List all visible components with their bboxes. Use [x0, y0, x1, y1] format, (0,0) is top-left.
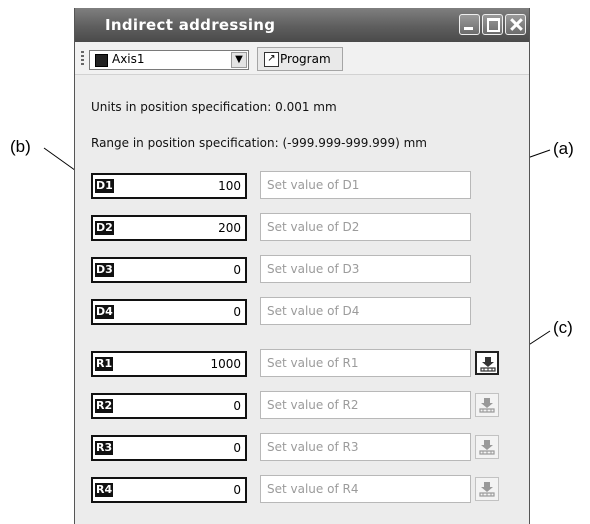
indirect-addressing-window: Indirect addressing Axis1 ▼ ↗ Program Un… — [74, 8, 530, 524]
variable-label: R2 — [95, 399, 114, 413]
variable-label: R1 — [95, 357, 114, 371]
minimize-button[interactable] — [459, 14, 480, 35]
value-display-r3: R3 0 — [91, 435, 247, 461]
set-value-input-d4[interactable] — [260, 297, 471, 325]
variable-value: 0 — [233, 483, 241, 497]
variable-label: R4 — [95, 483, 114, 497]
set-value-input-r4[interactable] — [260, 475, 471, 503]
toolbar-grip-icon[interactable] — [81, 51, 84, 66]
variable-label: D3 — [95, 263, 114, 277]
value-display-r4: R4 0 — [91, 477, 247, 503]
window-title: Indirect addressing — [105, 16, 276, 34]
variable-value: 1000 — [210, 357, 241, 371]
title-bar[interactable]: Indirect addressing — [75, 8, 529, 42]
variable-value: 0 — [233, 263, 241, 277]
download-arrow-icon — [480, 357, 496, 372]
variable-value: 0 — [233, 305, 241, 319]
value-display-d2: D2 200 — [91, 215, 247, 241]
value-display-d1: D1 100 — [91, 173, 247, 199]
maximize-button[interactable] — [482, 14, 503, 35]
toolbar: Axis1 ▼ ↗ Program — [75, 42, 529, 75]
variable-label: D1 — [95, 179, 114, 193]
set-value-input-d3[interactable] — [260, 255, 471, 283]
program-icon: ↗ — [264, 52, 279, 67]
set-button-r4[interactable] — [475, 477, 499, 501]
value-display-r1: R1 1000 — [91, 351, 247, 377]
set-value-input-d1[interactable] — [260, 171, 471, 199]
variable-value: 100 — [218, 179, 241, 193]
set-button-r3[interactable] — [475, 435, 499, 459]
set-value-input-r3[interactable] — [260, 433, 471, 461]
download-arrow-icon — [479, 398, 495, 413]
program-button[interactable]: ↗ Program — [257, 47, 343, 71]
variable-value: 0 — [233, 441, 241, 455]
download-arrow-icon — [479, 440, 495, 455]
variable-value: 0 — [233, 399, 241, 413]
range-text: Range in position specification: (-999.9… — [91, 136, 427, 150]
units-text: Units in position specification: 0.001 m… — [91, 100, 337, 114]
axis-select-value: Axis1 — [112, 52, 145, 66]
close-button[interactable] — [505, 14, 526, 35]
variable-value: 200 — [218, 221, 241, 235]
set-value-input-r1[interactable] — [260, 349, 471, 377]
variable-label: R3 — [95, 441, 114, 455]
value-display-d3: D3 0 — [91, 257, 247, 283]
download-arrow-icon — [479, 482, 495, 497]
value-display-r2: R2 0 — [91, 393, 247, 419]
set-button-r1[interactable] — [475, 351, 499, 375]
variable-label: D2 — [95, 221, 114, 235]
square-icon — [95, 54, 108, 67]
program-button-label: Program — [280, 52, 331, 66]
axis-select[interactable]: Axis1 ▼ — [89, 50, 249, 70]
set-button-r2[interactable] — [475, 393, 499, 417]
value-display-d4: D4 0 — [91, 299, 247, 325]
chevron-down-icon[interactable]: ▼ — [231, 52, 247, 68]
set-value-input-d2[interactable] — [260, 213, 471, 241]
set-value-input-r2[interactable] — [260, 391, 471, 419]
variable-label: D4 — [95, 305, 114, 319]
